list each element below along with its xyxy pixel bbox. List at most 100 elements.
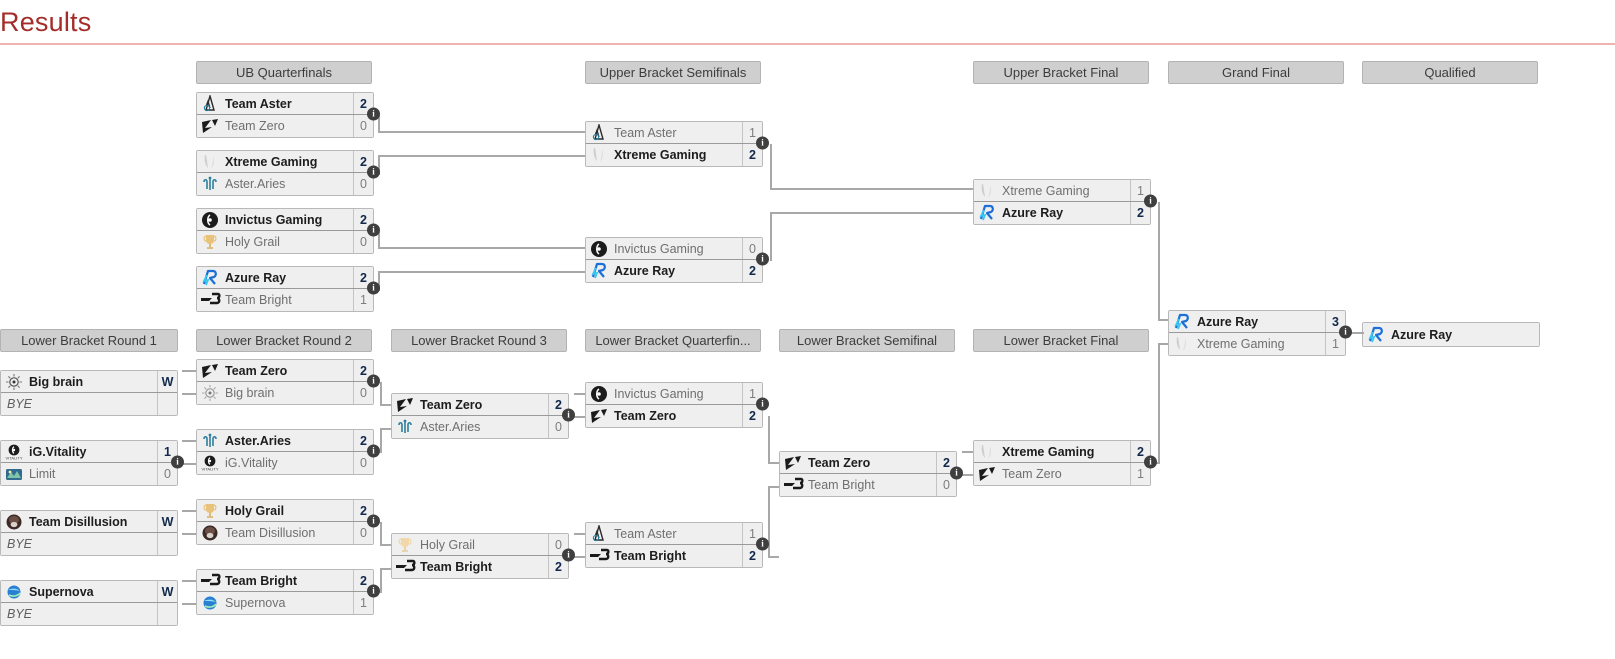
match-row-loser[interactable]: Team Disillusion 0 [197, 522, 373, 544]
match-row-loser[interactable]: Invictus Gaming 1 i [586, 383, 769, 411]
match-lbr3-1[interactable]: Team Zero 2 i Aster.Aries 0 [391, 393, 575, 439]
match-row-winner[interactable]: Team Bright 2 [586, 545, 762, 567]
round-header-ubsf[interactable]: Upper Bracket Semifinals [585, 61, 761, 84]
info-icon[interactable]: i [367, 514, 380, 528]
supernova-logo-icon [197, 593, 223, 613]
info-icon[interactable]: i [367, 444, 380, 458]
match-row-loser[interactable]: Team Bright 0 [780, 474, 956, 496]
match-ubqf4[interactable]: Azure Ray 2 i Team Bright 1 [196, 266, 380, 312]
match-ubsf1[interactable]: Team Aster 1 i Xtreme Gaming 2 [585, 121, 769, 167]
match-row-winner[interactable]: Team Disillusion W [1, 511, 177, 533]
info-icon[interactable]: i [562, 408, 575, 422]
match-row-loser[interactable]: Team Aster 1 i [586, 523, 769, 551]
supernova-logo-icon [1, 582, 27, 602]
match-row-winner[interactable]: Xtreme Gaming 2 i [974, 441, 1157, 469]
match-lbr2-2[interactable]: Aster.Aries 2 i VITALITY iG.Vitality 0 [196, 429, 380, 475]
match-ubqf2[interactable]: Xtreme Gaming 2 i Aster.Aries 0 [196, 150, 380, 196]
info-icon[interactable]: i [1339, 325, 1352, 339]
match-qualified[interactable]: Azure Ray [1362, 322, 1540, 347]
match-row-winner[interactable]: Azure Ray 2 i [197, 267, 380, 295]
info-icon[interactable]: i [756, 537, 769, 551]
match-row-loser[interactable]: Supernova 1 [197, 592, 373, 614]
info-icon[interactable]: i [1144, 455, 1157, 469]
match-row-winner[interactable]: Team Bright 2 i [197, 570, 380, 598]
match-row-winner[interactable]: Azure Ray 2 [974, 202, 1150, 224]
match-ubf1[interactable]: Xtreme Gaming 1 i Azure Ray 2 [973, 179, 1157, 225]
round-header-lbsf[interactable]: Lower Bracket Semifinal [779, 329, 955, 352]
info-icon[interactable]: i [562, 548, 575, 562]
connector [574, 393, 585, 395]
match-row-loser[interactable]: Aster.Aries 0 [197, 173, 373, 195]
info-icon[interactable]: i [367, 584, 380, 598]
match-row-winner[interactable]: Team Bright 2 [392, 556, 568, 578]
match-lbsf1[interactable]: Team Zero 2 i Team Bright 0 [779, 451, 963, 497]
round-header-ubqf[interactable]: UB Quarterfinals [196, 61, 372, 84]
match-row-winner[interactable]: Team Zero 2 [586, 405, 762, 427]
round-header-ubf[interactable]: Upper Bracket Final [973, 61, 1149, 84]
match-row-loser[interactable]: VITALITY iG.Vitality 0 [197, 452, 373, 474]
match-row-loser[interactable]: Team Zero 1 [974, 463, 1150, 485]
match-lbf1[interactable]: Xtreme Gaming 2 i Team Zero 1 [973, 440, 1157, 486]
team-name: Azure Ray [225, 270, 287, 285]
match-lbr3-2[interactable]: Holy Grail 0 i Team Bright 2 [391, 533, 575, 579]
match-lbqf2[interactable]: Team Aster 1 i Team Bright 2 [585, 522, 769, 568]
info-icon[interactable]: i [950, 466, 963, 480]
match-row-winner[interactable]: Aster.Aries 2 i [197, 430, 380, 458]
match-row-loser[interactable]: Limit 0 [1, 463, 177, 485]
match-row-winner[interactable]: Xtreme Gaming 2 [586, 144, 762, 166]
info-icon[interactable]: i [367, 281, 380, 295]
info-icon[interactable]: i [1144, 194, 1157, 208]
match-row-winner[interactable]: Holy Grail 2 i [197, 500, 380, 528]
round-header-lbr3[interactable]: Lower Bracket Round 3 [391, 329, 567, 352]
match-gf1[interactable]: Azure Ray 3 i Xtreme Gaming 1 [1168, 310, 1352, 356]
match-row-loser[interactable]: Xtreme Gaming 1 i [974, 180, 1157, 208]
match-row-loser[interactable]: Aster.Aries 0 [392, 416, 568, 438]
match-ubqf3[interactable]: Invictus Gaming 2 i Holy Grail 0 [196, 208, 380, 254]
match-row-winner[interactable]: Xtreme Gaming 2 i [197, 151, 380, 179]
match-row-loser[interactable]: Holy Grail 0 i [392, 534, 575, 562]
match-row-winner[interactable]: VITALITY iG.Vitality 1 i [1, 441, 184, 469]
match-row-winner[interactable]: Team Zero 2 i [197, 360, 380, 388]
match-lbr2-1[interactable]: Team Zero 2 i Big brain 0 [196, 359, 380, 405]
round-header-qualified[interactable]: Qualified [1362, 61, 1538, 84]
match-lbr2-3[interactable]: Holy Grail 2 i Team Disillusion 0 [196, 499, 380, 545]
round-header-lbr2[interactable]: Lower Bracket Round 2 [196, 329, 372, 352]
round-header-gf[interactable]: Grand Final [1168, 61, 1344, 84]
match-row-winner[interactable]: Team Zero 2 i [780, 452, 963, 480]
match-row-winner[interactable]: Big brain W [1, 371, 177, 393]
match-row-winner[interactable]: Azure Ray 3 i [1169, 311, 1352, 339]
match-lbr1-4[interactable]: Supernova W BYE [0, 580, 178, 626]
match-row-loser[interactable]: Team Aster 1 i [586, 122, 769, 150]
match-lbr1-1[interactable]: Big brain W BYE [0, 370, 178, 416]
match-row-winner[interactable]: Team Zero 2 i [392, 394, 575, 422]
match-lbqf1[interactable]: Invictus Gaming 1 i Team Zero 2 [585, 382, 769, 428]
info-icon[interactable]: i [367, 374, 380, 388]
match-row-loser[interactable]: Invictus Gaming 0 i [586, 238, 769, 266]
info-icon[interactable]: i [367, 223, 380, 237]
match-lbr2-4[interactable]: Team Bright 2 i Supernova 1 [196, 569, 380, 615]
info-icon[interactable]: i [756, 397, 769, 411]
match-row-winner[interactable]: Team Aster 2 i [197, 93, 380, 121]
match-row-loser[interactable]: Holy Grail 0 [197, 231, 373, 253]
info-icon[interactable]: i [367, 107, 380, 121]
match-row-loser[interactable]: Team Zero 0 [197, 115, 373, 137]
title-divider [0, 43, 1615, 45]
match-row-winner[interactable]: Supernova W [1, 581, 177, 603]
info-icon[interactable]: i [171, 455, 184, 469]
qualified-team-row[interactable]: Azure Ray [1363, 323, 1539, 346]
round-header-lbr1[interactable]: Lower Bracket Round 1 [0, 329, 178, 352]
info-icon[interactable]: i [756, 136, 769, 150]
info-icon[interactable]: i [367, 165, 380, 179]
info-icon[interactable]: i [756, 252, 769, 266]
match-ubsf2[interactable]: Invictus Gaming 0 i Azure Ray 2 [585, 237, 769, 283]
round-header-lbqf[interactable]: Lower Bracket Quarterfin... [585, 329, 761, 352]
match-row-loser[interactable]: Xtreme Gaming 1 [1169, 333, 1345, 355]
match-lbr1-2[interactable]: VITALITY iG.Vitality 1 i Limit 0 [0, 440, 184, 486]
match-row-winner[interactable]: Invictus Gaming 2 i [197, 209, 380, 237]
match-ubqf1[interactable]: Team Aster 2 i Team Zero 0 [196, 92, 380, 138]
match-lbr1-3[interactable]: Team Disillusion W BYE [0, 510, 178, 556]
match-row-loser[interactable]: Big brain 0 [197, 382, 373, 404]
match-row-loser[interactable]: Team Bright 1 [197, 289, 373, 311]
round-header-lbf[interactable]: Lower Bracket Final [973, 329, 1149, 352]
match-row-winner[interactable]: Azure Ray 2 [586, 260, 762, 282]
